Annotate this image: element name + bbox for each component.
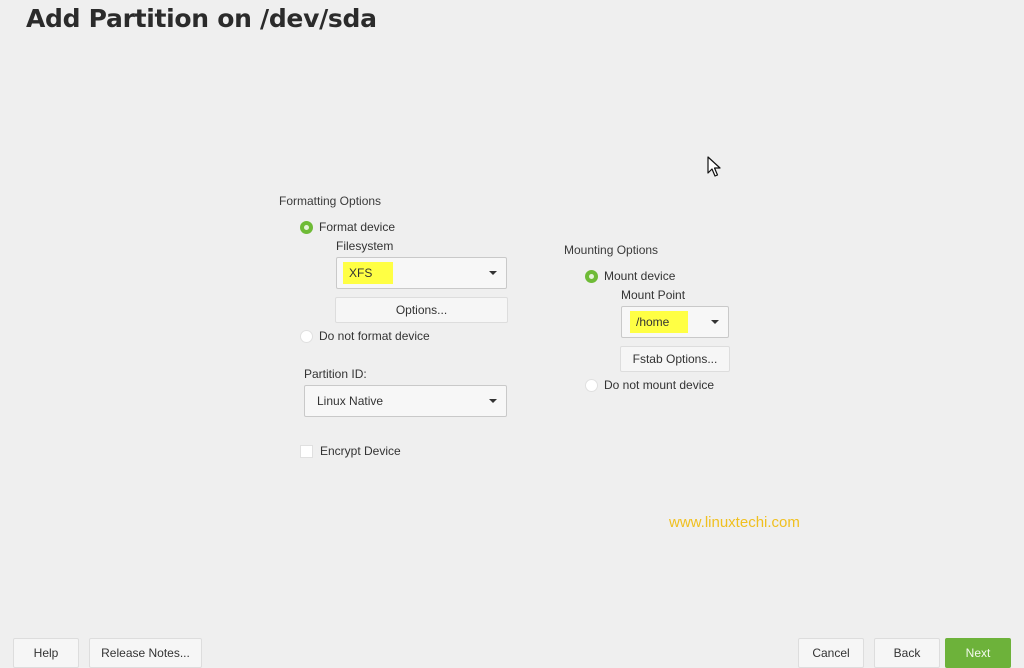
do-not-mount-label: Do not mount device xyxy=(604,378,715,392)
filesystem-label: Filesystem xyxy=(336,239,394,253)
formatting-options-label: Formatting Options xyxy=(279,194,382,208)
mount-device-radio[interactable]: Mount device xyxy=(585,269,675,283)
mount-point-value: /home xyxy=(630,311,688,333)
radio-unchecked-icon xyxy=(585,378,598,392)
watermark-text: www.linuxtechi.com xyxy=(669,514,800,531)
mount-device-label: Mount device xyxy=(604,269,676,283)
encrypt-device-label: Encrypt Device xyxy=(320,444,401,458)
filesystem-value: XFS xyxy=(343,262,393,284)
mount-point-select[interactable]: /home xyxy=(621,306,729,338)
mouse-cursor-icon xyxy=(707,156,721,177)
mount-point-label: Mount Point xyxy=(621,288,686,302)
encrypt-device-checkbox[interactable]: Encrypt Device xyxy=(300,444,401,458)
partition-id-select[interactable]: Linux Native xyxy=(304,385,507,417)
format-device-radio[interactable]: Format device xyxy=(300,220,395,234)
partition-id-label: Partition ID: xyxy=(304,367,367,381)
chevron-down-icon xyxy=(711,320,719,324)
checkbox-unchecked-icon xyxy=(300,444,313,458)
do-not-mount-radio[interactable]: Do not mount device xyxy=(585,378,714,392)
do-not-format-radio[interactable]: Do not format device xyxy=(300,329,430,343)
fstab-options-button[interactable]: Fstab Options... xyxy=(620,346,730,372)
partition-id-value: Linux Native xyxy=(317,394,384,408)
chevron-down-icon xyxy=(489,271,497,275)
filesystem-select[interactable]: XFS xyxy=(336,257,507,289)
radio-unchecked-icon xyxy=(300,329,313,343)
radio-checked-icon xyxy=(585,269,598,283)
do-not-format-label: Do not format device xyxy=(319,329,430,343)
chevron-down-icon xyxy=(489,399,497,403)
format-device-label: Format device xyxy=(319,220,396,234)
radio-checked-icon xyxy=(300,220,313,234)
mounting-options-label: Mounting Options xyxy=(564,243,659,257)
options-button[interactable]: Options... xyxy=(335,297,508,323)
page-title: Add Partition on /dev/sda xyxy=(26,4,377,33)
